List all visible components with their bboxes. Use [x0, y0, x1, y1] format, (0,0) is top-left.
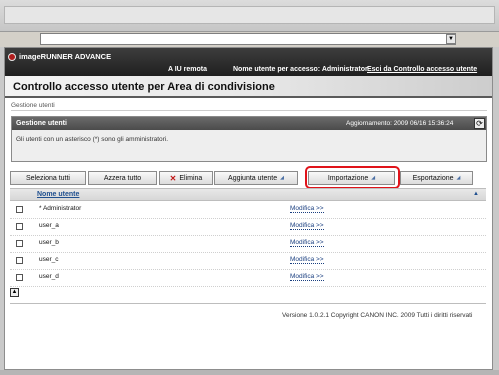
panel-header: Gestione utenti Aggiornamento: 2009 06/1… [12, 117, 486, 130]
update-timestamp: Aggiornamento: 2009 06/16 15:36:24 [346, 120, 454, 127]
browser-chrome [0, 0, 499, 32]
browser-status-bar [0, 370, 499, 375]
triangle-icon: ◢ [280, 175, 284, 181]
triangle-icon: ◢ [456, 175, 461, 181]
delete-label: Elimina [179, 174, 203, 182]
add-user-label: Aggiunta utente [228, 174, 278, 182]
edit-link[interactable]: Modifica >> [290, 222, 324, 230]
row-checkbox[interactable] [16, 274, 23, 281]
breadcrumb: Gestione utenti [11, 102, 55, 109]
chevron-down-icon[interactable]: ▼ [446, 34, 456, 44]
panel-body: Gli utenti con un asterisco (*) sono gli… [12, 130, 486, 161]
row-checkbox[interactable] [16, 206, 23, 213]
admin-note: Gli utenti con un asterisco (*) sono gli… [16, 136, 169, 143]
triangle-icon: ◢ [371, 175, 376, 181]
logout-link[interactable]: Esci da Controllo accesso utente [367, 66, 477, 73]
row-checkbox[interactable] [16, 223, 23, 230]
scroll-to-top-icon[interactable]: ▲ [10, 288, 19, 297]
import-button[interactable]: Importazione ◢ [308, 171, 395, 185]
export-label: Esportazione [412, 174, 454, 182]
select-all-label: Seleziona tutti [26, 174, 70, 182]
x-icon: ✕ [169, 173, 177, 183]
import-label: Importazione [327, 174, 369, 182]
edit-link[interactable]: Modifica >> [290, 205, 324, 213]
page-viewport: imageRUNNER ADVANCE A IU remota Nome ute… [4, 47, 493, 370]
brand-name: imageRUNNER ADVANCE [19, 52, 112, 61]
edit-link[interactable]: Modifica >> [290, 256, 324, 264]
edit-link[interactable]: Modifica >> [290, 273, 324, 281]
column-header-user-name[interactable]: Nome utente [37, 191, 79, 198]
select-all-button[interactable]: Seleziona tutti [10, 171, 86, 185]
row-checkbox[interactable] [16, 257, 23, 264]
remote-ui-label: A IU remota [168, 66, 208, 73]
divider [11, 110, 487, 111]
export-button[interactable]: Esportazione ◢ [400, 171, 473, 185]
browser-toolbar [4, 6, 495, 24]
refresh-icon[interactable]: ⟳ [474, 118, 485, 129]
edit-link[interactable]: Modifica >> [290, 239, 324, 247]
user-management-panel: Gestione utenti Aggiornamento: 2009 06/1… [11, 116, 487, 162]
app-header: imageRUNNER ADVANCE A IU remota Nome ute… [5, 48, 492, 76]
title-bar: Controllo accesso utente per Area di con… [5, 76, 492, 98]
delete-button[interactable]: ✕ Elimina [159, 171, 213, 185]
row-checkbox[interactable] [16, 240, 23, 247]
add-user-button[interactable]: Aggiunta utente ◢ [214, 171, 298, 185]
page-title: Controllo accesso utente per Area di con… [13, 81, 275, 93]
login-user-info: Nome utente per accesso: Administrator [233, 66, 368, 73]
address-select[interactable] [40, 33, 456, 45]
canon-logo-icon [8, 53, 16, 61]
panel-title: Gestione utenti [16, 120, 67, 127]
clear-all-label: Azzera tutto [103, 174, 142, 182]
clear-all-button[interactable]: Azzera tutto [88, 171, 157, 185]
